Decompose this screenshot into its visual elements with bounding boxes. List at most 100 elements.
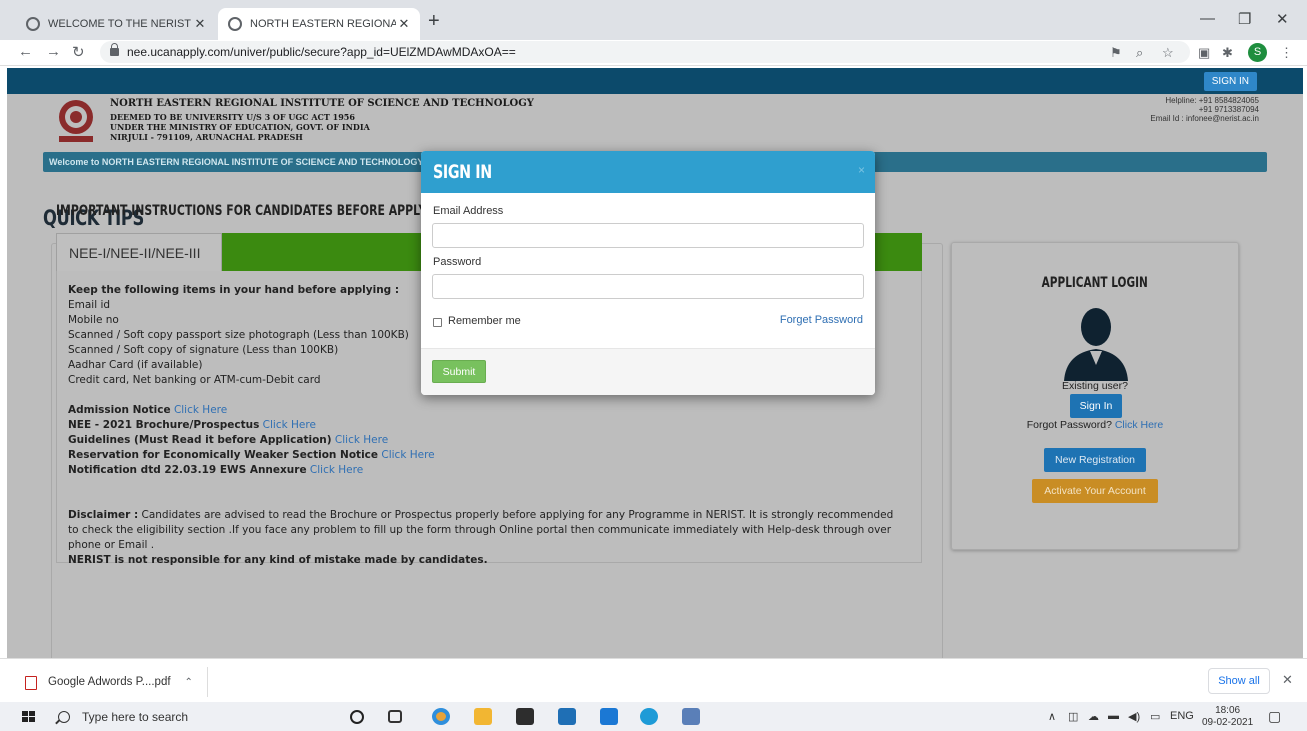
word-icon[interactable] [682,708,700,725]
window-close-button[interactable]: ✕ [1276,10,1289,28]
network-icon[interactable]: ▭ [1150,710,1160,723]
disclaimer-bold: NERIST is not responsible for any kind o… [68,554,488,566]
remember-me-checkbox[interactable] [433,318,442,327]
header-signin-button[interactable]: SIGN IN [1203,72,1257,91]
menu-icon[interactable]: ⋮ [1280,45,1293,61]
notice-label: Reservation for Economically Weaker Sect… [68,449,379,461]
lock-icon [110,43,119,56]
onedrive-icon[interactable]: ☁ [1088,710,1099,723]
institute-block: NORTH EASTERN REGIONAL INSTITUTE OF SCIE… [110,98,534,142]
browser-tab-active[interactable]: NORTH EASTERN REGIONAL INS ✕ [218,8,420,40]
institute-logo-icon [59,100,93,142]
forgot-password-row: Forgot Password? Click Here [952,419,1238,431]
back-icon[interactable]: ← [18,43,33,60]
site-header: NORTH EASTERN REGIONAL INSTITUTE OF SCIE… [7,94,1303,152]
profile-avatar[interactable]: S [1248,43,1267,62]
url-input[interactable]: nee.ucanapply.com/univer/public/secure?a… [100,41,1190,63]
helpline-line: Email Id : infonee@nerist.ac.in [1150,114,1259,123]
modal-footer: Submit [421,348,875,395]
top-strip: SIGN IN [7,68,1303,94]
forget-password-link[interactable]: Forget Password [780,314,863,326]
tab-close-icon[interactable]: ✕ [192,16,208,32]
globe-icon [228,17,242,31]
notice-link[interactable]: Click Here [174,404,227,416]
chevron-up-icon[interactable]: ⌃ [185,677,193,688]
new-registration-button[interactable]: New Registration [1044,448,1146,472]
pdf-icon [24,675,37,690]
windows-start-icon[interactable] [22,711,36,723]
institute-line: NIRJULI - 791109, ARUNACHAL PRADESH [110,132,303,142]
notice-link[interactable]: Click Here [335,434,388,446]
search-icon [58,710,70,723]
battery-icon[interactable]: ▬ [1108,710,1119,722]
store-icon[interactable] [516,708,534,725]
new-tab-button[interactable]: + [428,10,440,33]
remember-me-label: Remember me [448,315,521,327]
edge-icon[interactable] [640,708,658,725]
address-bar: ← → ↻ nee.ucanapply.com/univer/public/se… [0,40,1307,66]
reload-icon[interactable]: ↻ [72,43,85,61]
minimize-button[interactable]: — [1200,10,1215,27]
lync-icon[interactable] [600,708,618,725]
password-field[interactable] [432,274,864,299]
disclaimer: Disclaimer : Candidates are advised to r… [68,508,898,553]
cortana-icon[interactable] [350,710,364,724]
taskbar-clock[interactable]: 18:06 09-02-2021 [1202,705,1253,729]
applicant-signin-button[interactable]: Sign In [1070,394,1122,418]
mail-icon[interactable] [558,708,576,725]
notice-row: Admission Notice Click Here [68,403,898,418]
translate-icon[interactable]: ⚑ [1110,45,1122,61]
show-all-button[interactable]: Show all [1208,668,1270,694]
zoom-icon[interactable]: ⌕ [1136,45,1143,61]
submit-button[interactable]: Submit [432,360,486,383]
password-label: Password [433,256,482,268]
bookmark-star-icon[interactable]: ☆ [1162,45,1174,61]
modal-header: SIGN IN × [421,151,875,193]
volume-icon[interactable]: ◀) [1128,710,1140,723]
file-explorer-icon[interactable] [474,708,492,725]
browser-tab[interactable]: WELCOME TO THE NERIST WEB ( ✕ [16,8,216,40]
modal-close-icon[interactable]: × [858,163,865,177]
disclaimer-label: Disclaimer : [68,509,139,521]
notice-link[interactable]: Click Here [381,449,434,461]
notice-label: NEE - 2021 Brochure/Prospectus [68,419,260,431]
task-view-icon[interactable] [388,710,402,723]
extensions-icon[interactable]: ✱ [1222,45,1233,61]
notice-link[interactable]: Click Here [263,419,316,431]
notice-row: Notification dtd 22.03.19 EWS Annexure C… [68,463,898,478]
disclaimer-text: Candidates are advised to read the Broch… [68,509,894,551]
notice-label: Admission Notice [68,404,171,416]
applicant-login-title: APPLICANT LOGIN [1041,275,1149,291]
restore-button[interactable]: ❐ [1238,10,1251,28]
pocket-icon[interactable]: ▣ [1198,45,1210,61]
windows-taskbar: Type here to search ∧ ◫ ☁ ▬ ◀) ▭ ENG 18:… [0,702,1307,731]
notice-row: NEE - 2021 Brochure/Prospectus Click Her… [68,418,898,433]
download-bar-close-icon[interactable]: ✕ [1282,672,1293,688]
notifications-icon[interactable]: ▢ [1268,708,1281,725]
download-bar: Google Adwords P....pdf ⌃ Show all ✕ [0,658,1307,702]
clock-time: 18:06 [1215,705,1241,716]
tray-app-icon[interactable]: ◫ [1068,710,1078,723]
language-indicator[interactable]: ENG [1170,710,1194,722]
tray-chevron-up-icon[interactable]: ∧ [1048,710,1056,723]
activate-account-button[interactable]: Activate Your Account [1032,479,1158,503]
forgot-password-link[interactable]: Click Here [1115,419,1163,431]
chrome-icon[interactable] [432,708,450,725]
download-item[interactable]: Google Adwords P....pdf ⌃ [12,667,208,697]
taskbar-search[interactable]: Type here to search [48,702,338,731]
forward-icon[interactable]: → [46,43,61,60]
notice-row: Guidelines (Must Read it before Applicat… [68,433,898,448]
tab-title: NORTH EASTERN REGIONAL INS [250,18,396,30]
url-text: nee.ucanapply.com/univer/public/secure?a… [127,45,516,59]
globe-icon [26,17,40,31]
notice-link[interactable]: Click Here [310,464,363,476]
email-label: Email Address [433,205,504,217]
tab-nee[interactable]: NEE-I/NEE-II/NEE-III [56,233,222,271]
helpline-line: Helpline: +91 8584824065 [1165,96,1259,105]
email-field[interactable] [432,223,864,248]
tab-close-icon[interactable]: ✕ [396,16,412,32]
download-filename: Google Adwords P....pdf [48,676,171,688]
notice-label: Notification dtd 22.03.19 EWS Annexure [68,464,307,476]
institute-name: NORTH EASTERN REGIONAL INSTITUTE OF SCIE… [110,98,534,109]
helpline-info: Helpline: +91 8584824065 +91 9713387094 … [1150,96,1259,123]
